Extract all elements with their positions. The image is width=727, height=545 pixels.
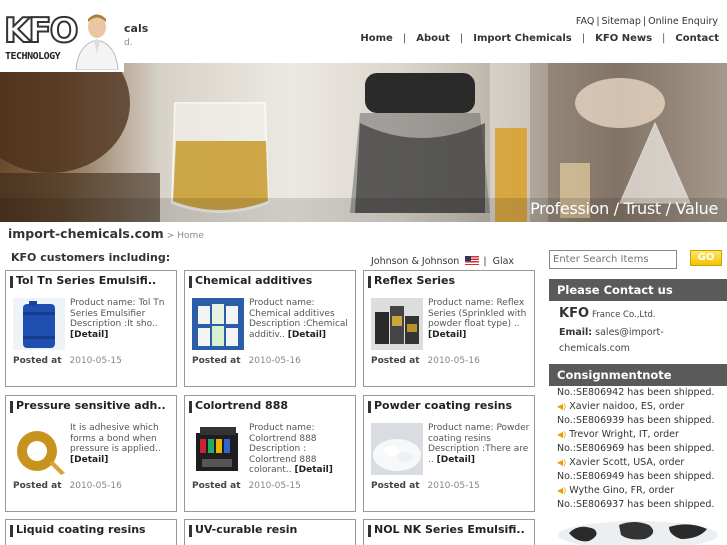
product-card: Tol Tn Series Emulsifi.. Product name: T… [5, 270, 177, 387]
product-card: Colortrend 888 Product name: Colortrend … [184, 395, 356, 512]
nav-import-chemicals[interactable]: Import Chemicals [473, 33, 572, 44]
nav-contact[interactable]: Contact [675, 33, 719, 44]
customer-name: Glax [492, 256, 515, 267]
product-card: Reflex Series Product name: Reflex Serie… [363, 270, 535, 387]
logo-subtitle: TECHNOLOGY [5, 51, 61, 62]
world-map-image [558, 521, 718, 545]
customer-ticker: Johnson & Johnson | Glax [371, 256, 514, 267]
breadcrumb-site[interactable]: import-chemicals.com [8, 226, 164, 241]
posted-date: 2010-05-15 [248, 481, 301, 491]
product-image-tape[interactable] [13, 423, 65, 475]
nav-about[interactable]: About [416, 33, 450, 44]
online-enquiry-link[interactable]: Online Enquiry [648, 16, 718, 27]
posted-label: Posted at [192, 356, 241, 366]
detail-link[interactable]: [Detail] [437, 455, 475, 465]
product-card: Chemical additives Product name: Chemica… [184, 270, 356, 387]
product-title[interactable]: Liquid coating resins [6, 520, 176, 540]
product-title[interactable]: Colortrend 888 [185, 396, 355, 416]
posted-date: 2010-05-15 [69, 356, 122, 366]
mascot-icon [75, 14, 119, 70]
posted-date: 2010-05-16 [248, 356, 301, 366]
product-title[interactable]: Tol Tn Series Emulsifi.. [6, 271, 176, 291]
search-go-button[interactable]: GO [690, 250, 722, 266]
detail-link[interactable]: [Detail] [428, 330, 466, 340]
posted-date: 2010-05-16 [69, 481, 122, 491]
posted-label: Posted at [192, 481, 241, 491]
detail-link[interactable]: [Detail] [295, 465, 333, 475]
email-label: Email: [559, 327, 593, 338]
customers-heading: KFO customers including: [11, 251, 171, 264]
search-input[interactable] [549, 250, 677, 269]
consignment-item: ◀) Trevor Wright, IT, order No.:SE806969 … [549, 428, 727, 456]
product-title[interactable]: Reflex Series [364, 271, 534, 291]
hero-banner: Profession / Trust / Value [0, 63, 727, 222]
speaker-icon: ◀) [557, 402, 567, 411]
posted-label: Posted at [13, 356, 62, 366]
consignment-heading: Consignmentnote [549, 364, 727, 386]
product-title[interactable]: Chemical additives [185, 271, 355, 291]
ticker-separator: | [483, 256, 487, 267]
speaker-icon: ◀) [557, 458, 567, 467]
posted-label: Posted at [371, 356, 420, 366]
company-brand: KFO [559, 306, 590, 321]
consignment-item: No.:SE806942 has been shipped. [557, 387, 715, 398]
main-nav: Home | About | Import Chemicals | KFO News | Con… [360, 33, 719, 44]
customer-name: Johnson & Johnson [371, 256, 460, 267]
product-title[interactable]: NOL NK Series Emulsifi.. [364, 520, 534, 540]
header: KFO TECHNOLOGY cals d. FAQ | Sitemap | Onlin… [0, 0, 727, 72]
us-flag-icon [465, 256, 480, 265]
speaker-icon: ◀) [557, 430, 567, 439]
product-card: UV-curable resin [184, 519, 356, 545]
consignment-list: No.:SE806942 has been shipped. ◀) Xavier … [549, 386, 727, 510]
logo-caption-fragment: cals [124, 22, 149, 35]
speaker-icon: ◀) [557, 486, 567, 495]
company-name: France Co.,Ltd. [592, 310, 656, 320]
product-title[interactable]: Pressure sensitive adh.. [6, 396, 176, 416]
product-image-bottles[interactable] [192, 298, 244, 350]
sitemap-link[interactable]: Sitemap [602, 16, 641, 27]
product-image-drum[interactable] [13, 298, 65, 350]
logo-caption-fragment-2: d. [124, 38, 133, 48]
product-image-resin-pellets[interactable] [371, 423, 423, 475]
consignment-text: Xavier Scott, USA, order No.:SE806949 ha… [557, 457, 715, 482]
posted-label: Posted at [13, 481, 62, 491]
consignment-text: Xavier naidoo, ES, order No.:SE806939 ha… [557, 401, 715, 426]
contact-heading: Please Contact us [549, 279, 727, 301]
breadcrumb-home[interactable]: > Home [167, 231, 204, 241]
posted-date: 2010-05-15 [427, 481, 480, 491]
breadcrumb: import-chemicals.com > Home [8, 226, 204, 241]
detail-link[interactable]: [Detail] [70, 330, 108, 340]
consignment-text: Wythe Gino, FR, order No.:SE806937 has b… [557, 485, 715, 510]
faq-link[interactable]: FAQ [576, 16, 594, 27]
product-card: NOL NK Series Emulsifi.. [363, 519, 535, 545]
posted-label: Posted at [371, 481, 420, 491]
logo[interactable]: KFO TECHNOLOGY [0, 6, 124, 72]
nav-kfo-news[interactable]: KFO News [595, 33, 652, 44]
product-description: Product name: Tol Tn Series Emulsifier D… [70, 298, 165, 330]
consignment-item: ◀) Xavier Scott, USA, order No.:SE806949 … [549, 456, 727, 484]
product-title[interactable]: Powder coating resins [364, 396, 534, 416]
product-image-cans[interactable] [371, 298, 423, 350]
top-links: FAQ | Sitemap | Online Enquiry [575, 16, 718, 27]
product-description: It is adhesive which forms a bond when p… [70, 423, 161, 455]
logo-text: KFO [3, 11, 80, 51]
consignment-text: Trevor Wright, IT, order No.:SE806969 ha… [557, 429, 715, 454]
product-card: Powder coating resins Product name: Powd… [363, 395, 535, 512]
product-title[interactable]: UV-curable resin [185, 520, 355, 540]
banner-tagline: Profession / Trust / Value [530, 199, 718, 218]
consignment-item: ◀) Xavier naidoo, ES, order No.:SE806939 … [549, 400, 727, 428]
consignment-item: ◀) Wythe Gino, FR, order No.:SE806937 has… [549, 484, 727, 510]
detail-link[interactable]: [Detail] [288, 330, 326, 340]
detail-link[interactable]: [Detail] [70, 455, 108, 465]
product-image-colorant-machine[interactable] [192, 423, 244, 475]
nav-home[interactable]: Home [360, 33, 392, 44]
posted-date: 2010-05-16 [427, 356, 480, 366]
product-card: Liquid coating resins [5, 519, 177, 545]
product-description: Product name: Reflex Series (Sprinkled w… [428, 298, 527, 330]
contact-info: KFO France Co.,Ltd. Email: sales@import-… [559, 306, 724, 357]
product-card: Pressure sensitive adh.. It is adhesive … [5, 395, 177, 512]
